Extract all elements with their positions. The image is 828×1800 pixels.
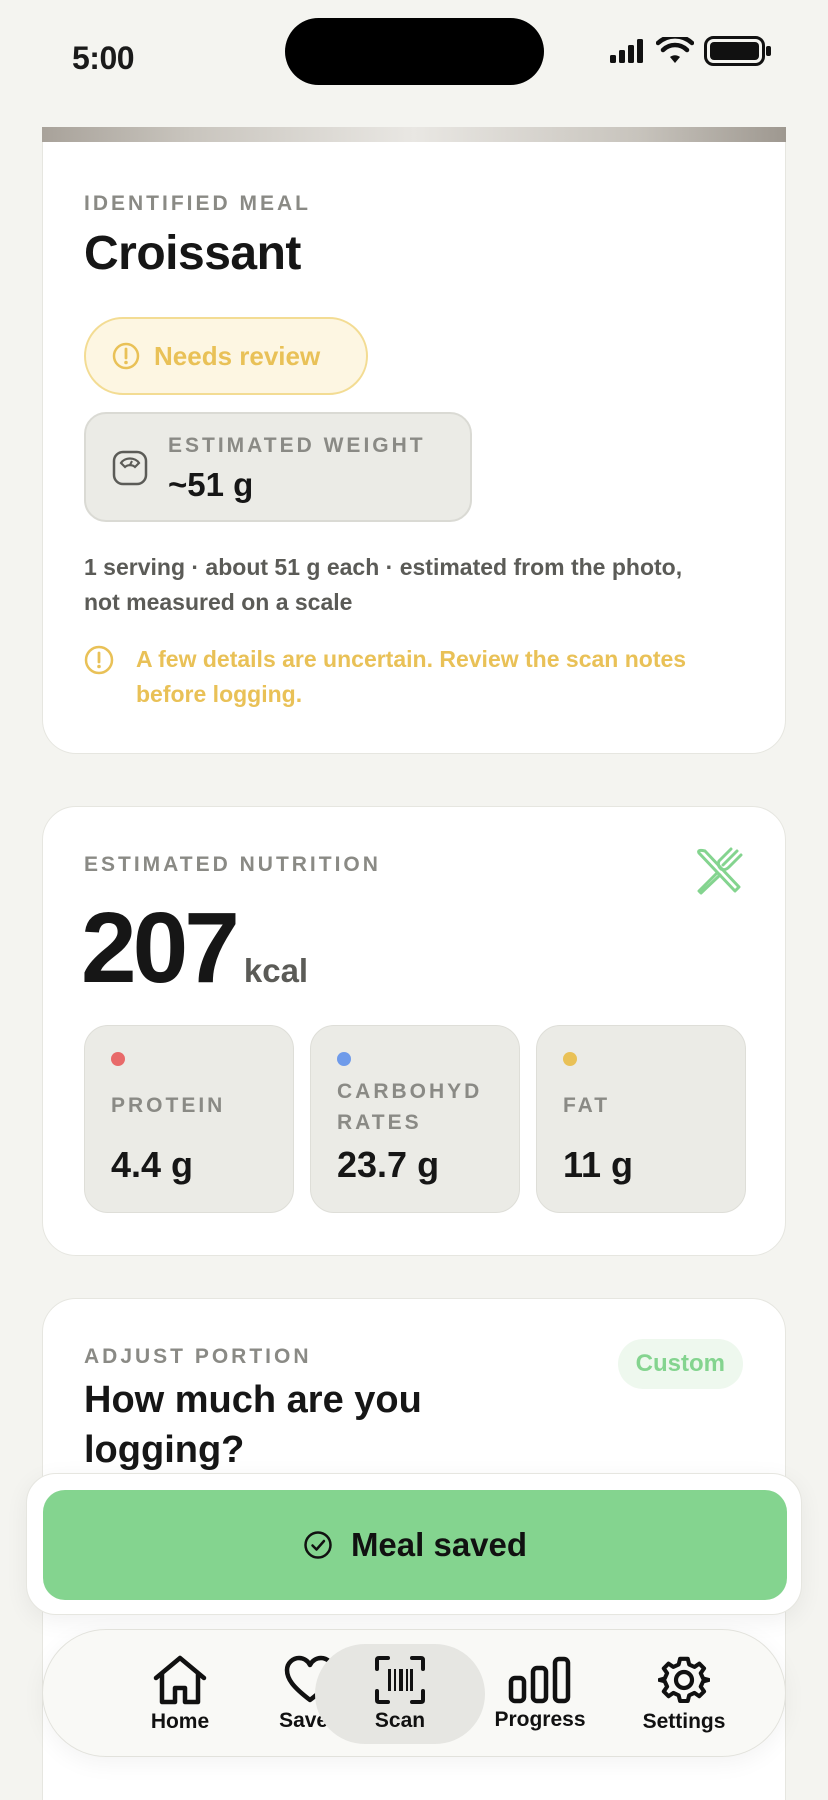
serving-description: 1 serving · about 51 g each · estimated …: [84, 554, 683, 615]
nav-label-settings: Settings: [642, 1710, 726, 1733]
check-circle-icon: [304, 1531, 332, 1559]
fat-value: 11 g: [563, 1144, 634, 1185]
nav-item-settings[interactable]: Settings: [619, 1644, 749, 1744]
carbohydrates-label: CARBOHYD RATES: [337, 1080, 483, 1134]
meal-saved-label: Meal saved: [350, 1526, 528, 1563]
nav-item-home[interactable]: Home: [115, 1644, 245, 1744]
fat-dot: [563, 1052, 577, 1066]
macro-carbohydrates: CARBOHYD RATES 23.7 g: [310, 1025, 520, 1213]
uncertainty-warning: A few details are uncertain. Review the …: [84, 642, 744, 712]
identified-meal-card: IDENTIFIED MEAL Croissant Needs review E…: [42, 142, 786, 754]
fork-knife-icon: [697, 847, 743, 895]
protein-label: PROTEIN: [111, 1094, 226, 1117]
calorie-unit: kcal: [243, 952, 309, 989]
bottom-navigation: Home Saved Scan Progress Settings: [42, 1629, 786, 1757]
needs-review-badge[interactable]: Needs review: [84, 317, 368, 395]
nutrition-card: ESTIMATED NUTRITION 207 kcal PROTEIN 4.4…: [42, 806, 786, 1256]
barcode-scan-icon: [375, 1656, 425, 1704]
nav-label-scan: Scan: [374, 1709, 426, 1732]
cellular-signal-icon: [610, 39, 643, 63]
status-time: 5:00: [72, 40, 135, 76]
fat-label: FAT: [563, 1094, 611, 1117]
calorie-value: 207: [81, 892, 240, 1004]
carbohydrates-value: 23.7 g: [337, 1144, 440, 1185]
estimated-weight-box: ESTIMATED WEIGHT ~51 g: [84, 412, 472, 522]
identified-meal-eyebrow: IDENTIFIED MEAL: [84, 192, 311, 215]
scale-icon: [112, 450, 148, 486]
adjust-portion-eyebrow: ADJUST PORTION: [84, 1345, 312, 1368]
macro-protein: PROTEIN 4.4 g: [84, 1025, 294, 1213]
wifi-icon: [656, 37, 694, 63]
status-bar: 5:00: [0, 0, 828, 112]
protein-dot: [111, 1052, 125, 1066]
nav-item-scan[interactable]: Scan: [315, 1644, 485, 1744]
portion-question: How much are you logging?: [84, 1379, 422, 1471]
calorie-total: 207 kcal: [81, 891, 308, 1006]
meal-name: Croissant: [84, 227, 301, 280]
macro-fat: FAT 11 g: [536, 1025, 746, 1213]
nav-item-progress[interactable]: Progress: [475, 1644, 605, 1744]
dynamic-island: [285, 18, 544, 85]
estimated-weight-label: ESTIMATED WEIGHT: [168, 434, 426, 457]
battery-icon: [704, 36, 771, 66]
nav-label-progress: Progress: [494, 1708, 586, 1731]
save-bar: Meal saved: [26, 1473, 802, 1615]
estimated-weight-value: ~51 g: [168, 466, 254, 503]
gear-icon: [658, 1656, 710, 1704]
bar-chart-icon: [508, 1656, 571, 1704]
status-icons: [610, 36, 772, 66]
carbohydrates-dot: [337, 1052, 351, 1066]
uncertainty-warning-text: A few details are uncertain. Review the …: [136, 646, 687, 707]
home-icon: [153, 1655, 207, 1705]
warning-circle-icon: [84, 645, 114, 675]
meal-saved-button[interactable]: Meal saved: [43, 1490, 787, 1600]
nav-label-home: Home: [150, 1710, 210, 1733]
custom-portion-badge[interactable]: Custom: [617, 1339, 743, 1389]
alert-circle-icon: [112, 342, 140, 370]
protein-value: 4.4 g: [111, 1144, 194, 1185]
needs-review-label: Needs review: [154, 340, 321, 371]
nutrition-eyebrow: ESTIMATED NUTRITION: [84, 853, 381, 876]
